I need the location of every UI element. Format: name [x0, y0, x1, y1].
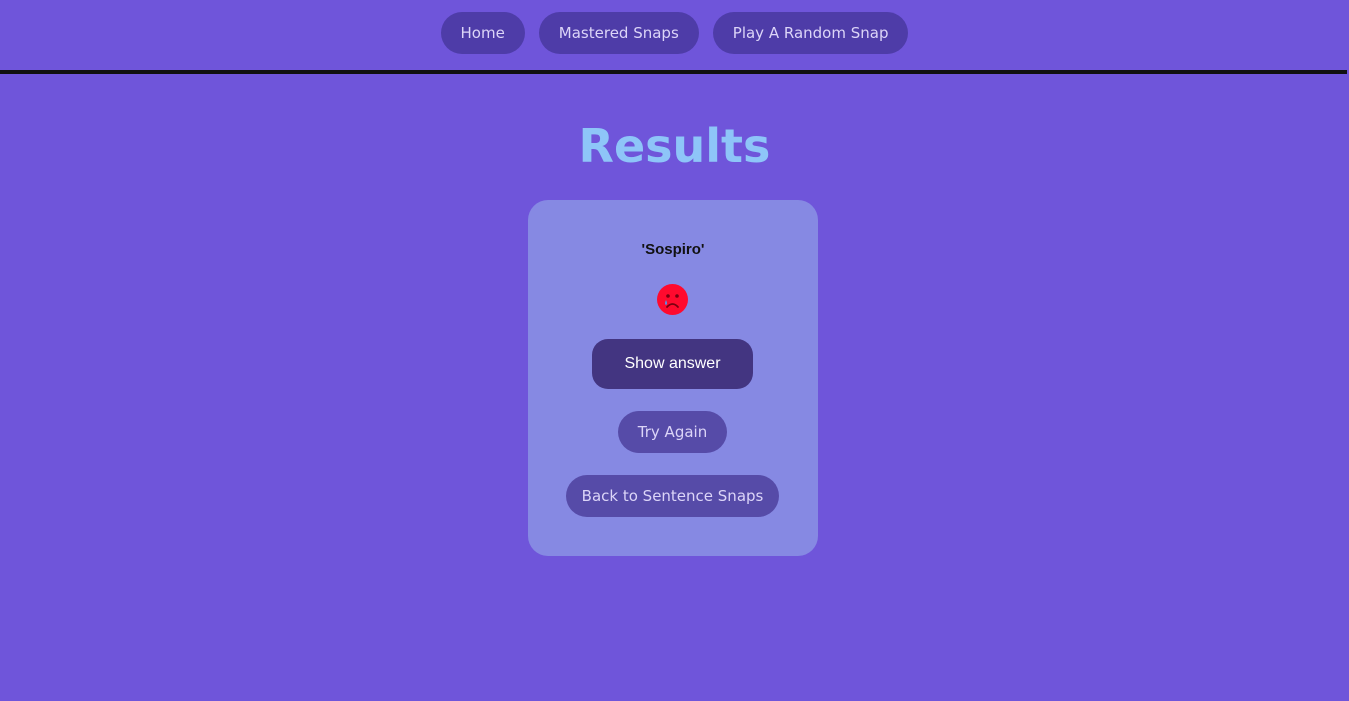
result-card: 'Sospiro' Show answer Try Again Back to … [528, 200, 818, 556]
nav-home-button[interactable]: Home [440, 12, 525, 54]
snap-word: 'Sospiro' [641, 241, 705, 258]
page-title: Results [578, 119, 771, 173]
nav-random-snap-button[interactable]: Play A Random Snap [712, 12, 909, 54]
nav-mastered-snaps-button[interactable]: Mastered Snaps [538, 12, 699, 54]
show-answer-button[interactable]: Show answer [592, 339, 753, 389]
header-divider [0, 70, 1347, 74]
sad-face-icon [657, 284, 688, 315]
back-to-sentence-snaps-button[interactable]: Back to Sentence Snaps [566, 475, 779, 517]
try-again-button[interactable]: Try Again [618, 411, 727, 453]
top-nav: Home Mastered Snaps Play A Random Snap [0, 0, 1349, 70]
